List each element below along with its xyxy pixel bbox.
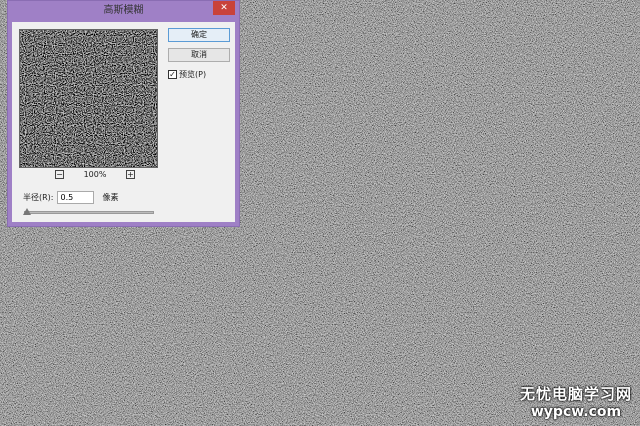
preview-image[interactable] xyxy=(19,29,158,168)
watermark: 无忧电脑学习网 wypcw.com xyxy=(520,383,632,420)
dialog-title: 高斯模糊 xyxy=(103,5,144,16)
watermark-title: 无忧电脑学习网 xyxy=(519,385,632,403)
preview-label: 预览(P) xyxy=(179,70,207,79)
close-button[interactable]: ✕ xyxy=(213,1,235,15)
radius-unit: 像素 xyxy=(102,193,119,202)
cancel-button[interactable]: 取消 xyxy=(168,48,230,62)
zoom-in-button[interactable]: + xyxy=(126,170,135,179)
ok-button[interactable]: 确定 xyxy=(168,28,230,42)
preview-noise xyxy=(20,30,157,167)
radius-label: 半径(R): xyxy=(23,193,54,202)
radius-input[interactable] xyxy=(56,191,94,204)
watermark-url: wypcw.com xyxy=(530,404,622,420)
radius-slider[interactable] xyxy=(23,208,154,215)
zoom-out-button[interactable]: − xyxy=(55,170,64,179)
zoom-level: 100% xyxy=(83,170,107,179)
checkmark-icon[interactable]: ✓ xyxy=(168,70,177,79)
preview-checkbox[interactable]: ✓ 预览(P) xyxy=(168,69,206,80)
gaussian-blur-dialog: 高斯模糊 ✕ 确定 取消 ✓ 预览(P) − 100% + 半径(R): 像素 xyxy=(7,0,240,227)
slider-thumb[interactable] xyxy=(23,208,31,215)
